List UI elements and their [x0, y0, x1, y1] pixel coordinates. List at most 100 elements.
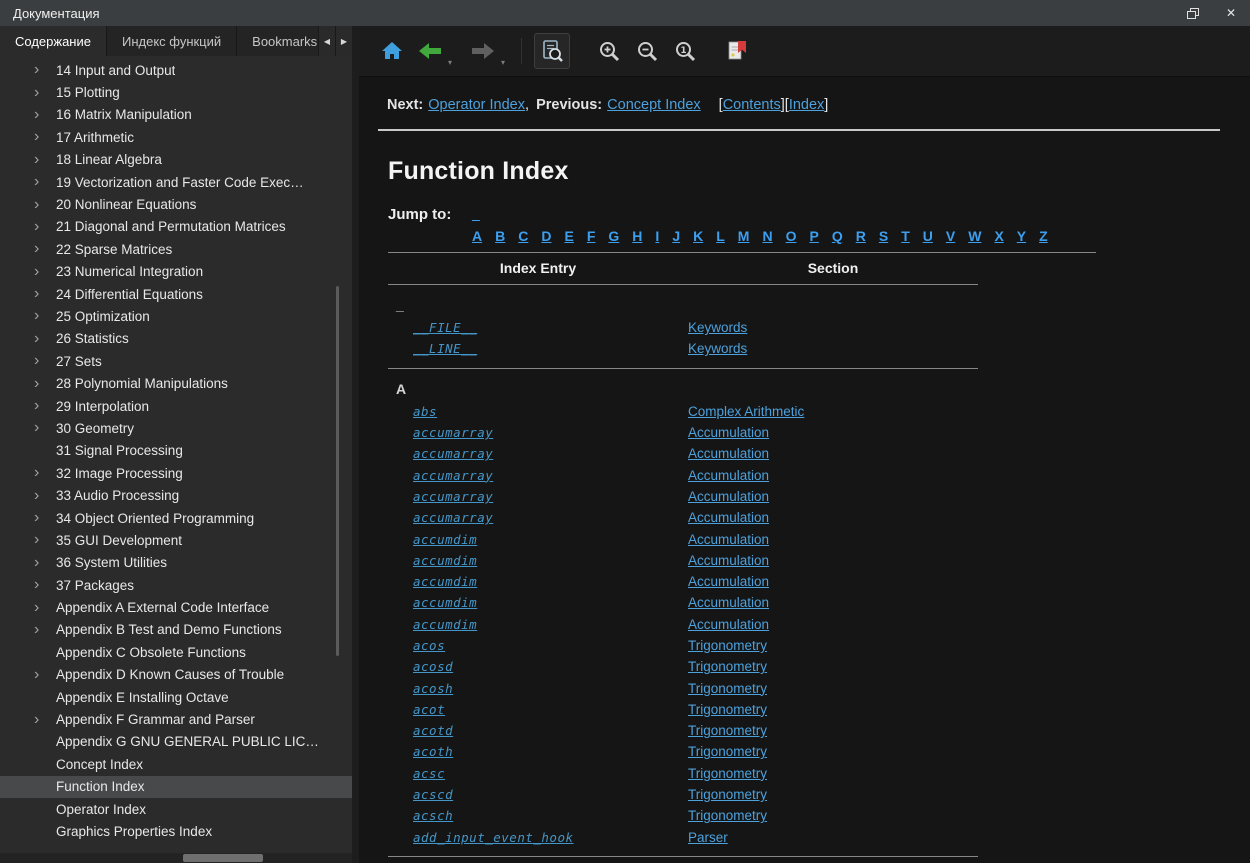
section-link[interactable]: Trigonometry	[688, 702, 767, 717]
function-link[interactable]: accumarray	[413, 468, 493, 483]
next-link[interactable]: Operator Index	[428, 97, 525, 113]
zoom-original-button[interactable]: 1	[668, 34, 702, 68]
jump-letter-g[interactable]: G	[608, 228, 619, 244]
sidebar-item-17-arithmetic[interactable]: ›17 Arithmetic	[0, 126, 352, 148]
function-link[interactable]: accumdim	[413, 595, 477, 610]
chevron-right-icon[interactable]: ›	[34, 62, 56, 78]
jump-letter-o[interactable]: O	[786, 228, 797, 244]
sidebar-item-appendix-d-known-causes-of-trouble[interactable]: ›Appendix D Known Causes of Trouble	[0, 664, 352, 686]
sidebar-item-19-vectorization-and-faster-code-exec[interactable]: ›19 Vectorization and Faster Code Exec…	[0, 171, 352, 193]
sidebar-item-28-polynomial-manipulations[interactable]: ›28 Polynomial Manipulations	[0, 372, 352, 394]
sidebar-item-32-image-processing[interactable]: ›32 Image Processing	[0, 462, 352, 484]
jump-letter-d[interactable]: D	[541, 228, 551, 244]
section-link[interactable]: Trigonometry	[688, 808, 767, 823]
function-link[interactable]: acsch	[413, 808, 453, 823]
sidebar-item-appendix-e-installing-octave[interactable]: Appendix E Installing Octave	[0, 686, 352, 708]
previous-link[interactable]: Concept Index	[607, 97, 701, 113]
jump-letter-l[interactable]: L	[716, 228, 725, 244]
section-link[interactable]: Trigonometry	[688, 787, 767, 802]
section-link[interactable]: Keywords	[688, 320, 747, 335]
function-link[interactable]: acscd	[413, 787, 453, 802]
sidebar-item-24-differential-equations[interactable]: ›24 Differential Equations	[0, 283, 352, 305]
back-button[interactable]	[413, 34, 447, 68]
chevron-right-icon[interactable]: ›	[34, 152, 56, 168]
forward-history-dropdown-icon[interactable]: ▾	[501, 58, 505, 67]
back-history-dropdown-icon[interactable]: ▾	[448, 58, 452, 67]
contents-link[interactable]: Contents	[723, 97, 781, 113]
chevron-right-icon[interactable]: ›	[34, 174, 56, 190]
jump-letter-m[interactable]: M	[738, 228, 750, 244]
sidebar-item-37-packages[interactable]: ›37 Packages	[0, 574, 352, 596]
jump-letter-c[interactable]: C	[518, 228, 528, 244]
sidebar-item-18-linear-algebra[interactable]: ›18 Linear Algebra	[0, 149, 352, 171]
sidebar-item-function-index[interactable]: Function Index	[0, 776, 352, 798]
sidebar-item-appendix-a-external-code-interface[interactable]: ›Appendix A External Code Interface	[0, 596, 352, 618]
jump-letter-n[interactable]: N	[762, 228, 772, 244]
restore-button[interactable]	[1174, 0, 1212, 26]
chevron-right-icon[interactable]: ›	[34, 107, 56, 123]
chevron-right-icon[interactable]: ›	[34, 488, 56, 504]
chevron-right-icon[interactable]: ›	[34, 286, 56, 302]
section-link[interactable]: Accumulation	[688, 532, 769, 547]
chevron-right-icon[interactable]: ›	[34, 219, 56, 235]
sidebar-item-26-statistics[interactable]: ›26 Statistics	[0, 328, 352, 350]
sidebar-item-35-gui-development[interactable]: ›35 GUI Development	[0, 529, 352, 551]
sidebar-item-appendix-c-obsolete-functions[interactable]: Appendix C Obsolete Functions	[0, 641, 352, 663]
sidebar-item-appendix-b-test-and-demo-functions[interactable]: ›Appendix B Test and Demo Functions	[0, 619, 352, 641]
function-link[interactable]: accumarray	[413, 489, 493, 504]
chevron-right-icon[interactable]: ›	[34, 667, 56, 683]
sidebar-item-21-diagonal-and-permutation-matrices[interactable]: ›21 Diagonal and Permutation Matrices	[0, 216, 352, 238]
sidebar-item-23-numerical-integration[interactable]: ›23 Numerical Integration	[0, 261, 352, 283]
jump-letter-x[interactable]: X	[994, 228, 1003, 244]
sidebar-item-31-signal-processing[interactable]: 31 Signal Processing	[0, 440, 352, 462]
sidebar-item-36-system-utilities[interactable]: ›36 System Utilities	[0, 552, 352, 574]
section-link[interactable]: Accumulation	[688, 446, 769, 461]
section-link[interactable]: Accumulation	[688, 574, 769, 589]
jump-letter-b[interactable]: B	[495, 228, 505, 244]
section-link[interactable]: Trigonometry	[688, 744, 767, 759]
jump-letter-k[interactable]: K	[693, 228, 703, 244]
function-link[interactable]: accumarray	[413, 510, 493, 525]
function-link[interactable]: abs	[413, 404, 437, 419]
chevron-right-icon[interactable]: ›	[34, 622, 56, 638]
function-link[interactable]: acosd	[413, 659, 453, 674]
chevron-right-icon[interactable]: ›	[34, 264, 56, 280]
function-link[interactable]: __LINE__	[413, 341, 477, 356]
jump-letter-r[interactable]: R	[856, 228, 866, 244]
jump-letter-t[interactable]: T	[901, 228, 910, 244]
section-link[interactable]: Trigonometry	[688, 681, 767, 696]
jump-letter-i[interactable]: I	[655, 228, 659, 244]
bookmark-button[interactable]	[720, 34, 754, 68]
section-link[interactable]: Accumulation	[688, 595, 769, 610]
chevron-right-icon[interactable]: ›	[34, 331, 56, 347]
chevron-right-icon[interactable]: ›	[34, 510, 56, 526]
chevron-right-icon[interactable]: ›	[34, 712, 56, 728]
chevron-right-icon[interactable]: ›	[34, 465, 56, 481]
jump-letter-y[interactable]: Y	[1017, 228, 1026, 244]
section-link[interactable]: Trigonometry	[688, 766, 767, 781]
tab-function-index[interactable]: Индекс функций	[107, 26, 237, 56]
home-button[interactable]	[375, 34, 409, 68]
jump-letter-w[interactable]: W	[968, 228, 981, 244]
section-link[interactable]: Trigonometry	[688, 659, 767, 674]
sidebar-vertical-scrollbar-thumb[interactable]	[336, 286, 339, 656]
zoom-in-button[interactable]	[592, 34, 626, 68]
section-link[interactable]: Accumulation	[688, 468, 769, 483]
forward-button[interactable]	[466, 34, 500, 68]
chevron-right-icon[interactable]: ›	[34, 577, 56, 593]
sidebar-item-15-plotting[interactable]: ›15 Plotting	[0, 81, 352, 103]
find-button[interactable]	[534, 33, 570, 69]
chevron-right-icon[interactable]: ›	[34, 420, 56, 436]
jump-letter-q[interactable]: Q	[832, 228, 843, 244]
section-link[interactable]: Accumulation	[688, 510, 769, 525]
sidebar-item-14-input-and-output[interactable]: ›14 Input and Output	[0, 59, 352, 81]
section-link[interactable]: Accumulation	[688, 553, 769, 568]
function-link[interactable]: acoth	[413, 744, 453, 759]
section-link[interactable]: Accumulation	[688, 489, 769, 504]
zoom-out-button[interactable]	[630, 34, 664, 68]
chevron-right-icon[interactable]: ›	[34, 241, 56, 257]
sidebar-item-appendix-g-gnu-general-public-lic[interactable]: Appendix G GNU GENERAL PUBLIC LIC…	[0, 731, 352, 753]
function-link[interactable]: accumdim	[413, 574, 477, 589]
function-link[interactable]: accumarray	[413, 446, 493, 461]
chevron-right-icon[interactable]: ›	[34, 532, 56, 548]
